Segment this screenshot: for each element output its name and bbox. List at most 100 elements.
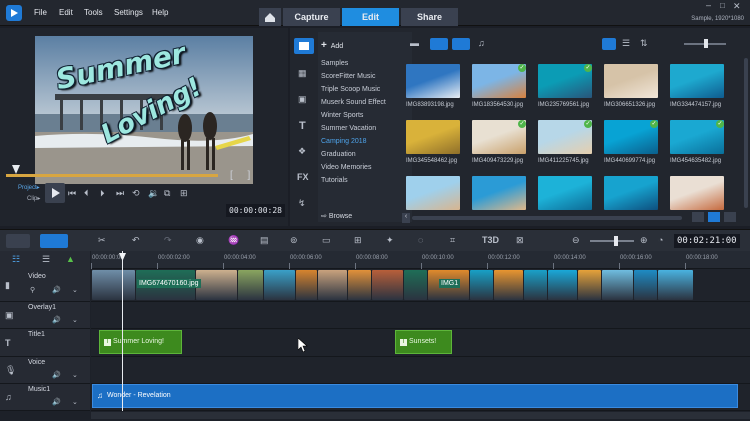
folder-item[interactable]: ScoreFitter Music bbox=[321, 73, 375, 80]
thumb-size-handle[interactable] bbox=[704, 39, 708, 48]
media-thumbnail[interactable] bbox=[406, 120, 460, 154]
mute-icon[interactable]: 🔊 bbox=[52, 316, 61, 324]
volume-icon[interactable]: 🔉 bbox=[148, 188, 159, 199]
add-marker-icon[interactable]: ▲ bbox=[66, 254, 75, 264]
media-thumbnail[interactable]: ✓ bbox=[538, 120, 592, 154]
media-thumbnail[interactable] bbox=[538, 176, 592, 210]
3d-title-icon[interactable]: T3D bbox=[482, 235, 499, 245]
snapshot-icon[interactable]: ⊞ bbox=[180, 188, 188, 199]
overlay-track-row[interactable] bbox=[91, 302, 750, 329]
media-nav-button[interactable] bbox=[294, 38, 314, 54]
record-icon[interactable]: ◉ bbox=[196, 235, 204, 246]
folder-item[interactable]: Winter Sports bbox=[321, 112, 363, 119]
expand-icon[interactable]: ⌄ bbox=[72, 316, 78, 324]
media-thumbnail[interactable] bbox=[604, 64, 658, 98]
tab-share[interactable]: Share bbox=[401, 8, 458, 26]
fit-project-icon[interactable]: ◔ bbox=[658, 235, 663, 245]
media-thumbnail[interactable] bbox=[604, 176, 658, 210]
link-icon[interactable]: ⚲ bbox=[30, 286, 35, 294]
video-clip[interactable] bbox=[372, 270, 403, 300]
replace-icon[interactable]: ⊠ bbox=[516, 235, 524, 246]
step-forward-icon[interactable]: ⏵ bbox=[100, 188, 105, 199]
view-list-icon[interactable]: ☰ bbox=[622, 38, 630, 49]
video-clip[interactable] bbox=[404, 270, 427, 300]
minimize-icon[interactable]: – bbox=[706, 0, 711, 10]
mute-icon[interactable]: 🔊 bbox=[52, 398, 61, 406]
video-clip[interactable] bbox=[296, 270, 317, 300]
tools-icon[interactable]: ✂ bbox=[98, 235, 106, 246]
library-scrollbar-right[interactable] bbox=[744, 58, 748, 208]
video-clip[interactable] bbox=[264, 270, 295, 300]
video-clip[interactable] bbox=[602, 270, 633, 300]
mute-icon[interactable]: 🔊 bbox=[52, 286, 61, 294]
folder-item[interactable]: Samples bbox=[321, 60, 348, 67]
bracket-controls[interactable]: [ ] bbox=[230, 170, 256, 181]
video-clip[interactable] bbox=[238, 270, 263, 300]
folder-item[interactable]: Graduation bbox=[321, 151, 356, 158]
video-clip[interactable] bbox=[196, 270, 237, 300]
menu-file[interactable]: File bbox=[34, 8, 47, 17]
tab-edit[interactable]: Edit bbox=[342, 8, 399, 26]
tab-capture[interactable]: Capture bbox=[283, 8, 340, 26]
video-clip[interactable] bbox=[658, 270, 693, 300]
menu-edit[interactable]: Edit bbox=[59, 8, 73, 17]
menu-tools[interactable]: Tools bbox=[84, 8, 103, 17]
auto-music-icon[interactable]: ▤ bbox=[260, 235, 269, 246]
zoom-slider-handle[interactable] bbox=[614, 236, 618, 246]
expand-icon[interactable]: ⌄ bbox=[72, 286, 78, 294]
filter-audio-icon[interactable]: ♫ bbox=[478, 38, 485, 48]
close-icon[interactable]: ✕ bbox=[733, 1, 741, 12]
pan-zoom-icon[interactable]: ⌗ bbox=[450, 235, 455, 246]
video-clip[interactable] bbox=[494, 270, 523, 300]
title-track-row[interactable]: T Summer Loving! T Sunsets! bbox=[91, 329, 750, 357]
menu-help[interactable]: Help bbox=[152, 8, 168, 17]
media-thumbnail[interactable] bbox=[406, 176, 460, 210]
add-folder-button[interactable]: + Add bbox=[321, 40, 343, 51]
zoom-out-icon[interactable]: ⊖ bbox=[572, 235, 580, 246]
folder-item[interactable]: Video Memories bbox=[321, 164, 371, 171]
zoom-slider[interactable] bbox=[590, 240, 634, 242]
media-thumbnail[interactable]: ✓ bbox=[670, 120, 724, 154]
menu-settings[interactable]: Settings bbox=[114, 8, 143, 17]
media-thumbnail[interactable]: ✓ bbox=[538, 64, 592, 98]
media-thumbnail[interactable] bbox=[472, 176, 526, 210]
sort-icon[interactable]: ⇅ bbox=[640, 38, 648, 49]
multicam-icon[interactable]: ⊞ bbox=[354, 235, 362, 246]
video-clip[interactable] bbox=[348, 270, 371, 300]
media-thumbnail[interactable]: ✓ bbox=[472, 120, 526, 154]
filter-icon[interactable]: FX bbox=[297, 172, 309, 182]
step-back-icon[interactable]: ⏴ bbox=[84, 188, 89, 199]
video-clip[interactable] bbox=[578, 270, 601, 300]
folder-icon[interactable]: ▬ bbox=[410, 38, 419, 48]
browse-button[interactable]: ⇨ Browse bbox=[321, 212, 352, 220]
track-manager-icon[interactable]: ☷ bbox=[12, 254, 20, 265]
playhead-line[interactable] bbox=[122, 251, 123, 411]
timecode-display[interactable]: 00:00:00:28 bbox=[226, 204, 285, 217]
clip-label[interactable]: Clip▸ bbox=[27, 195, 40, 202]
title-clip[interactable]: T Summer Loving! bbox=[99, 330, 182, 354]
time-ruler[interactable]: 00:00:00:00 00:00:02:00 00:00:04:00 00:00:0… bbox=[91, 251, 750, 269]
play-button[interactable] bbox=[45, 183, 65, 203]
video-track-row[interactable]: IMG674670160.jpg IMG1 bbox=[91, 269, 750, 302]
filter-video-button[interactable] bbox=[430, 38, 448, 50]
video-clip[interactable] bbox=[524, 270, 547, 300]
motion-track-icon[interactable]: ⊚ bbox=[290, 235, 298, 246]
folder-item-selected[interactable]: Camping 2018 bbox=[321, 138, 367, 145]
music-clip[interactable]: ♫ Wonder - Revelation bbox=[92, 384, 738, 408]
folder-item[interactable]: Muserk Sound Effect bbox=[321, 99, 386, 106]
home-tab[interactable] bbox=[259, 8, 281, 26]
video-clip[interactable] bbox=[634, 270, 657, 300]
project-label[interactable]: Project▸ bbox=[18, 184, 40, 191]
media-thumbnail[interactable] bbox=[406, 64, 460, 98]
filter-photo-button[interactable] bbox=[452, 38, 470, 50]
media-thumbnail[interactable] bbox=[670, 176, 724, 210]
expand-icon[interactable]: ⌄ bbox=[72, 371, 78, 379]
maximize-icon[interactable]: □ bbox=[720, 1, 725, 10]
folder-item[interactable]: Tutorials bbox=[321, 177, 348, 184]
voice-track-row[interactable] bbox=[91, 357, 750, 384]
mute-icon[interactable]: 🔊 bbox=[52, 371, 61, 379]
audio-mixer-icon[interactable]: ♒ bbox=[228, 235, 239, 246]
media-thumbnail[interactable] bbox=[670, 64, 724, 98]
skip-start-icon[interactable]: ⏮ bbox=[68, 188, 76, 199]
chapter-icon[interactable]: ☰ bbox=[42, 254, 50, 265]
